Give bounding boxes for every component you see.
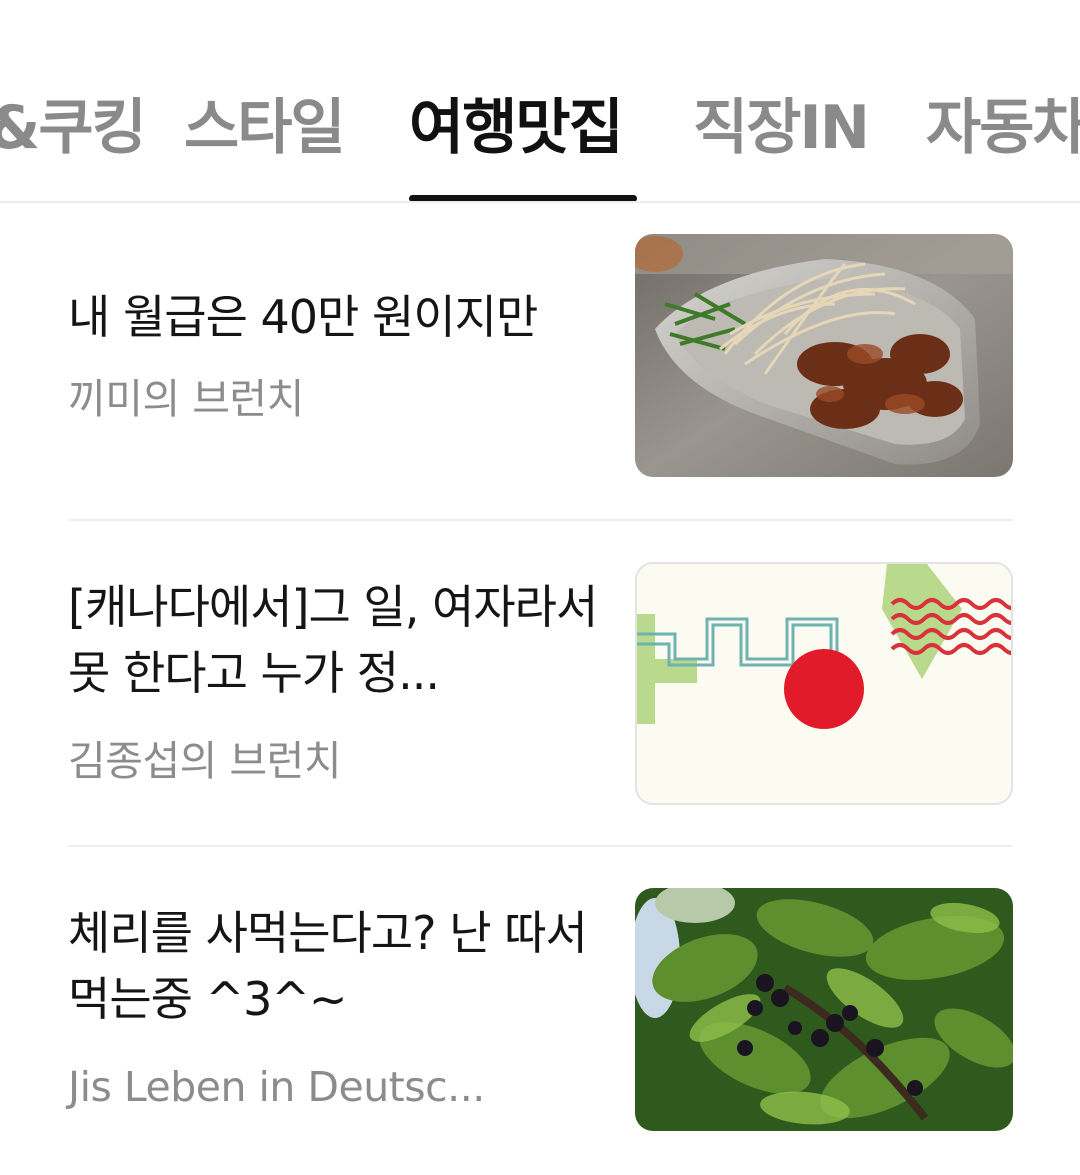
article-thumbnail[interactable] [635, 562, 1013, 805]
article-thumbnail[interactable] [635, 888, 1013, 1131]
article-title[interactable]: 내 월급은 40만 원이지만 [68, 284, 608, 350]
abstract-graphic-image [637, 564, 1011, 803]
cherry-tree-image [635, 888, 1013, 1131]
article-author[interactable]: 김종섭의 브런치 [68, 736, 342, 786]
active-tab-indicator [409, 195, 637, 201]
food-dish-image [635, 234, 1013, 477]
article-item[interactable]: [캐나다에서]그 일, 여자라서 못 한다고 누가 정... 김종섭의 브런치 [68, 562, 1013, 805]
article-author[interactable]: 끼미의 브런치 [68, 374, 304, 424]
brunch-feed-screen: &쿠킹 스타일 여행맛집 직장IN 자동차 내 월급은 40만 원이지만 끼미의… [0, 0, 1080, 1175]
article-author[interactable]: Jis Leben in Deutsc... [68, 1062, 485, 1112]
article-item[interactable]: 내 월급은 40만 원이지만 끼미의 브런치 [68, 234, 1013, 477]
divider [68, 845, 1013, 847]
divider [68, 519, 1013, 521]
article-item[interactable]: 체리를 사먹는다고? 난 따서 먹는중 ^3^~ Jis Leben in De… [68, 888, 1013, 1131]
article-title[interactable]: 체리를 사먹는다고? 난 따서 먹는중 ^3^~ [68, 900, 608, 1032]
tab-style[interactable]: 스타일 [184, 88, 346, 168]
tab-workplace[interactable]: 직장IN [693, 88, 870, 168]
tab-car[interactable]: 자동차 [926, 88, 1080, 168]
tab-cooking[interactable]: &쿠킹 [0, 88, 147, 168]
article-title[interactable]: [캐나다에서]그 일, 여자라서 못 한다고 누가 정... [68, 574, 608, 706]
category-tab-bar: &쿠킹 스타일 여행맛집 직장IN 자동차 [0, 0, 1080, 203]
article-thumbnail[interactable] [635, 234, 1013, 477]
tab-travel-food[interactable]: 여행맛집 [409, 88, 624, 168]
